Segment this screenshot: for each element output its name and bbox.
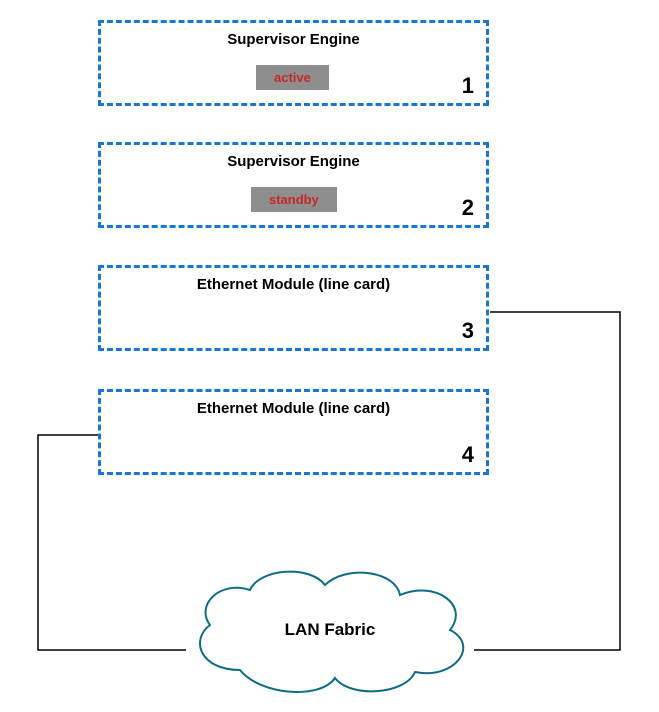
lan-fabric-cloud: LAN Fabric (180, 560, 480, 700)
module-title: Ethernet Module (line card) (101, 400, 486, 417)
module-slot-4: Ethernet Module (line card) 4 (98, 389, 489, 475)
module-title: Supervisor Engine (101, 153, 486, 170)
module-title: Supervisor Engine (101, 31, 486, 48)
state-badge-active: active (256, 65, 329, 90)
diagram-canvas: Supervisor Engine active 1 Supervisor En… (0, 0, 659, 712)
slot-number: 4 (462, 442, 474, 468)
module-slot-2: Supervisor Engine standby 2 (98, 142, 489, 228)
slot-number: 1 (462, 73, 474, 99)
cloud-label: LAN Fabric (180, 620, 480, 640)
slot-number: 3 (462, 318, 474, 344)
state-badge-standby: standby (251, 187, 337, 212)
module-slot-3: Ethernet Module (line card) 3 (98, 265, 489, 351)
slot-number: 2 (462, 195, 474, 221)
module-slot-1: Supervisor Engine active 1 (98, 20, 489, 106)
module-title: Ethernet Module (line card) (101, 276, 486, 293)
